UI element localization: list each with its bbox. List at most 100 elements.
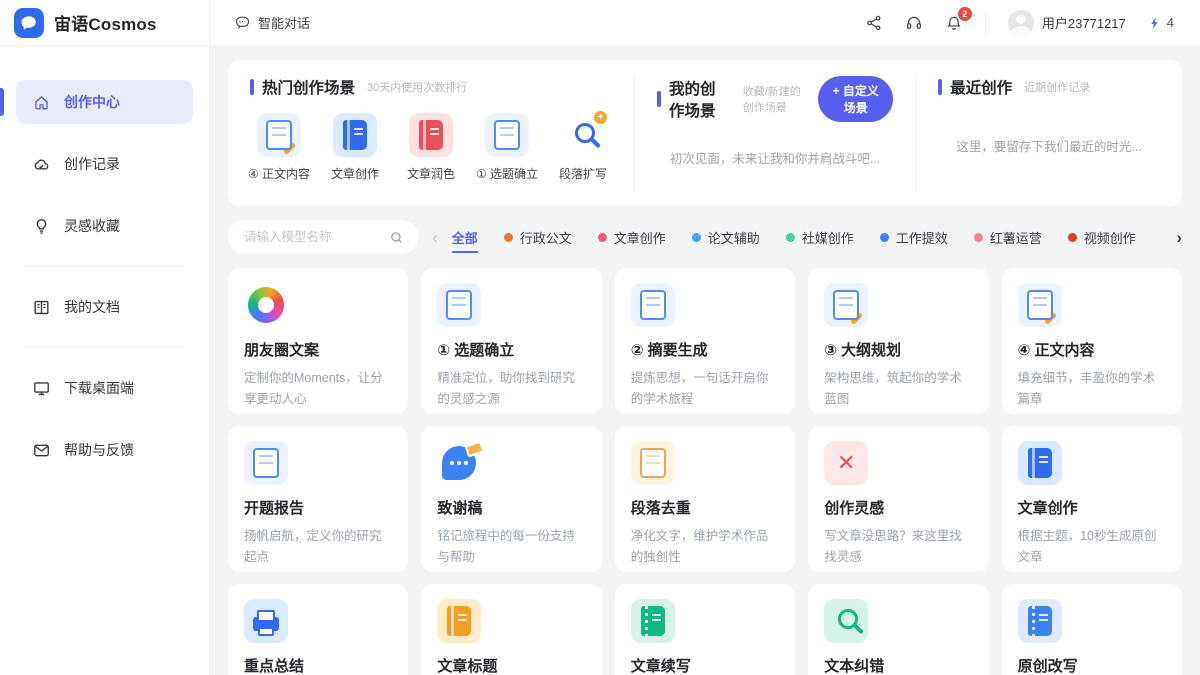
outline-doc-icon [824, 283, 868, 327]
card-description: 净化文字，维护学术作品的独创性 [631, 526, 779, 567]
brand-area: 宙语Cosmos [0, 0, 210, 45]
category-tab-label: 视频创作 [1084, 228, 1136, 247]
sidebar-item-download-desktop[interactable]: 下载桌面端 [16, 366, 193, 410]
proofread-mag-icon [824, 599, 868, 643]
sidebar-item-creation-center[interactable]: 创作中心 [16, 80, 193, 124]
sidebar-divider [24, 347, 185, 348]
proposal-doc-icon [244, 441, 288, 485]
category-tab[interactable]: 商业营销 [1162, 222, 1163, 253]
notification-bell-icon[interactable]: 2 [945, 14, 963, 32]
category-tab[interactable]: 全部 [452, 222, 478, 253]
sidebar-item-help-feedback[interactable]: 帮助与反馈 [16, 428, 193, 472]
search-input[interactable] [242, 229, 381, 245]
hot-scene-label: 段落扩写 [559, 165, 607, 182]
hot-scene-item[interactable]: 文章创作 [326, 113, 384, 182]
share-icon[interactable] [865, 14, 883, 32]
model-card[interactable]: 段落去重净化文字，维护学术作品的独创性 [615, 426, 795, 572]
header-divider [985, 12, 986, 34]
sidebar-item-label: 我的文档 [64, 297, 120, 317]
rewrite-book-icon [1018, 599, 1062, 643]
model-card[interactable]: 文章创作根据主题，10秒生成原创文章 [1002, 426, 1182, 572]
hot-scene-item[interactable]: ④ 正文内容 [250, 113, 308, 182]
app-logo-icon [14, 8, 44, 38]
hot-scene-item[interactable]: 文章润色 [402, 113, 460, 182]
category-dot-icon [504, 233, 513, 242]
model-card[interactable]: 致谢稿铭记旅程中的每一份支持与帮助 [421, 426, 601, 572]
model-card[interactable]: 重点总结文章重点内容总结 [228, 584, 408, 675]
energy-count: 4 [1167, 15, 1174, 30]
category-dot-icon [692, 233, 701, 242]
body-content-icon [257, 113, 301, 157]
model-card[interactable]: ✕创作灵感写文章没思路？来这里找找灵感 [808, 426, 988, 572]
tabs-scroll-left[interactable]: ‹ [432, 229, 438, 246]
model-card[interactable]: ④ 正文内容填充细节，丰盈你的学术篇章 [1002, 268, 1182, 414]
my-scenes-panel: 我的创作场景 收藏/新建的创作场景 + 自定义场景 初次见面，未来让我和你并肩战… [634, 74, 915, 192]
sidebar-item-label: 下载桌面端 [64, 378, 134, 398]
model-card[interactable]: ③ 大纲规划架构思维，筑起你的学术蓝图 [808, 268, 988, 414]
category-tab[interactable]: 视频创作 [1068, 222, 1136, 253]
recent-empty-text: 这里，要留存下我们最近的时光... [938, 98, 1160, 192]
model-search-box[interactable] [228, 220, 418, 254]
hot-scene-label: 文章创作 [331, 165, 379, 182]
section-accent-bar [250, 79, 254, 95]
hot-scene-item[interactable]: +段落扩写 [554, 113, 612, 182]
card-title: ② 摘要生成 [631, 339, 779, 360]
abstract-doc-icon [631, 283, 675, 327]
card-description: 架构思维，筑起你的学术蓝图 [824, 368, 972, 409]
card-title: 段落去重 [631, 497, 779, 518]
hot-scene-label: ① 选题确立 [476, 165, 538, 182]
sidebar-item-inspiration-favorites[interactable]: 灵感收藏 [16, 204, 193, 248]
category-tabs: 全部行政公文文章创作论文辅助社媒创作工作提效红薯运营视频创作商业营销生 [452, 222, 1163, 253]
model-card-grid: 朋友圈文案定制你的Moments，让分享更动人心① 选题确立精准定位，助你找到研… [228, 268, 1182, 675]
category-tab-label: 全部 [452, 228, 478, 247]
model-card[interactable]: 开题报告扬帆启航，定义你的研究起点 [228, 426, 408, 572]
app-title: 宙语Cosmos [54, 10, 157, 35]
category-tab[interactable]: 工作提效 [880, 222, 948, 253]
model-card[interactable]: 文本纠错智能修正错别字，纠正语法错误 [808, 584, 988, 675]
category-tab[interactable]: 行政公文 [504, 222, 572, 253]
model-card[interactable]: 文章标题根据主题及文章内容，生成爆款标题 [421, 584, 601, 675]
hot-scene-label: 文章润色 [407, 165, 455, 182]
article-book-icon [1018, 441, 1062, 485]
sidebar-item-my-documents[interactable]: 我的文档 [16, 285, 193, 329]
model-card[interactable]: ② 摘要生成提炼思想，一句话开启你的学术旅程 [615, 268, 795, 414]
user-account[interactable]: 用户23771217 [1008, 10, 1126, 36]
model-card[interactable]: 原创改写主题不变，智能改写文章 [1002, 584, 1182, 675]
category-tab[interactable]: 论文辅助 [692, 222, 760, 253]
dedupe-doc-icon [631, 441, 675, 485]
smart-chat-entry[interactable]: 智能对话 [234, 13, 310, 32]
article-polish-icon [409, 113, 453, 157]
category-tab[interactable]: 文章创作 [598, 222, 666, 253]
my-scenes-subtitle: 收藏/新建的创作场景 [743, 83, 811, 115]
headset-icon[interactable] [905, 14, 923, 32]
category-dot-icon [1162, 233, 1163, 242]
chat-bubble-icon [234, 14, 251, 31]
search-icon[interactable] [389, 230, 404, 245]
sidebar: 创作中心 创作记录 灵感收藏 我的文档 下载桌面端 帮助与反馈 [0, 46, 210, 675]
category-dot-icon [786, 233, 795, 242]
mail-icon [32, 441, 51, 460]
energy-counter[interactable]: 4 [1148, 15, 1174, 31]
custom-scene-button[interactable]: + 自定义场景 [818, 76, 893, 122]
thanks-bubble-icon [437, 441, 481, 485]
topic-doc-icon [437, 283, 481, 327]
title-book-icon [437, 599, 481, 643]
model-card[interactable]: 朋友圈文案定制你的Moments，让分享更动人心 [228, 268, 408, 414]
sidebar-item-creation-records[interactable]: 创作记录 [16, 142, 193, 186]
category-tab[interactable]: 社媒创作 [786, 222, 854, 253]
category-tab[interactable]: 红薯运营 [974, 222, 1042, 253]
card-description: 精准定位，助你找到研究的灵感之源 [437, 368, 585, 409]
hot-scenes-subtitle: 30天内使用次数排行 [367, 79, 467, 95]
document-icon [32, 298, 51, 317]
moments-ring-icon [244, 283, 288, 327]
my-scenes-title: 我的创作场景 [669, 77, 731, 121]
tabs-scroll-right[interactable]: › [1176, 229, 1182, 246]
category-dot-icon [974, 233, 983, 242]
cloud-icon [32, 155, 51, 174]
model-card[interactable]: ① 选题确立精准定位，助你找到研究的灵感之源 [421, 268, 601, 414]
hot-scene-item[interactable]: ① 选题确立 [478, 113, 536, 182]
hot-scene-label: ④ 正文内容 [248, 165, 310, 182]
model-card[interactable]: 文章续写延续风格续写文章 [615, 584, 795, 675]
card-title: 创作灵感 [824, 497, 972, 518]
sidebar-item-label: 帮助与反馈 [64, 440, 134, 460]
